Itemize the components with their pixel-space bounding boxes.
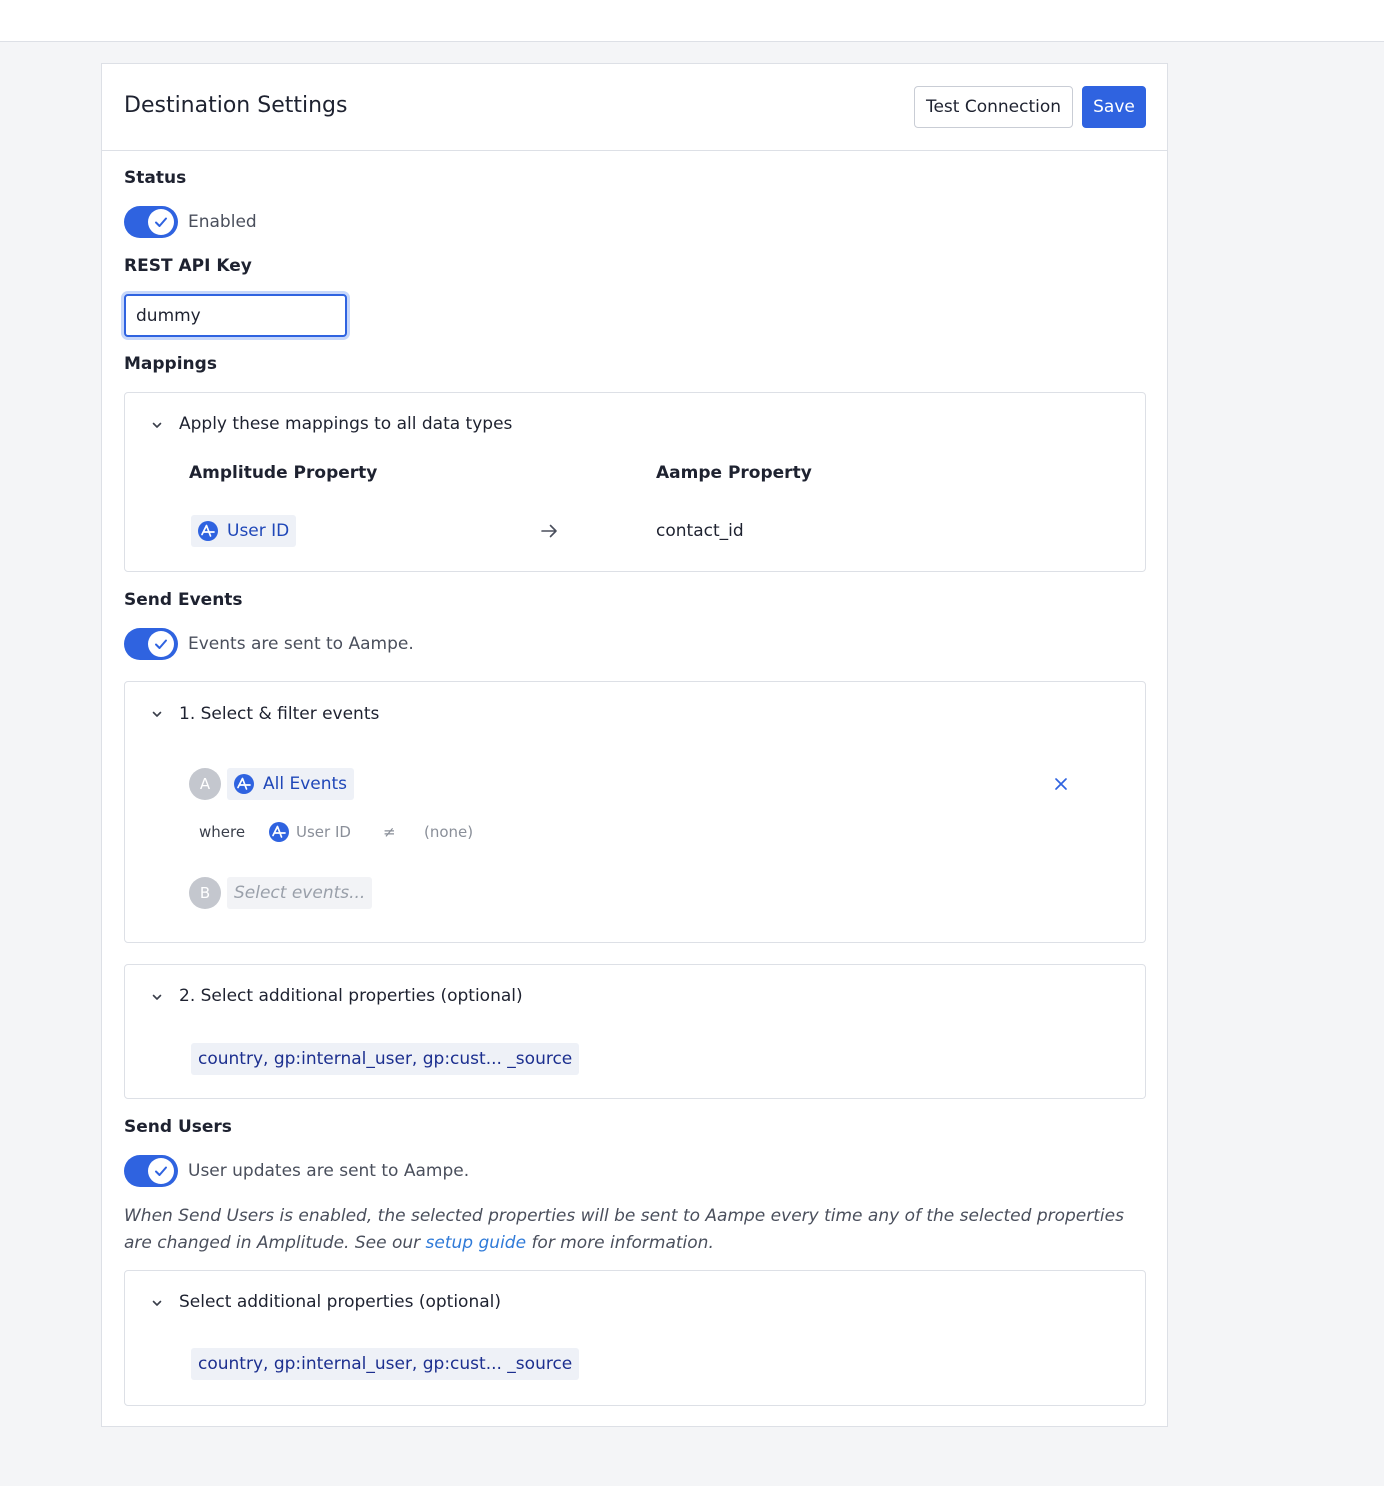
mapping-source-label: User ID <box>227 521 290 541</box>
aampe-property-header: Aampe Property <box>656 463 812 483</box>
select-events-title[interactable]: 1. Select & filter events <box>179 704 379 724</box>
event-letter-b: B <box>189 877 221 909</box>
top-bar <box>0 0 1384 42</box>
chevron-down-icon[interactable] <box>151 419 163 431</box>
status-toggle[interactable] <box>124 206 178 238</box>
mapping-source-chip[interactable]: User ID <box>191 515 297 547</box>
api-key-input[interactable] <box>124 294 347 337</box>
event-properties-chip[interactable]: country, gp:internal_user, gp:cust... _s… <box>191 1043 580 1075</box>
event-chip-all-events[interactable]: All Events <box>227 768 355 800</box>
event-properties-box: 2. Select additional properties (optiona… <box>124 964 1146 1099</box>
check-icon <box>155 1166 167 1176</box>
destination-settings-card: Destination Settings Test Connection Sav… <box>101 63 1168 1427</box>
toggle-knob <box>148 209 174 235</box>
mappings-section-title[interactable]: Apply these mappings to all data types <box>179 414 512 434</box>
amplitude-property-header: Amplitude Property <box>189 463 378 483</box>
event-chip-label: All Events <box>263 774 348 794</box>
chevron-down-icon[interactable] <box>151 991 163 1003</box>
user-properties-box: Select additional properties (optional) … <box>124 1270 1146 1406</box>
status-toggle-text: Enabled <box>188 212 257 232</box>
card-header: Destination Settings Test Connection Sav… <box>102 64 1167 151</box>
event-properties-title[interactable]: 2. Select additional properties (optiona… <box>179 986 523 1006</box>
send-users-toggle-text: User updates are sent to Aampe. <box>188 1161 470 1181</box>
send-events-toggle[interactable] <box>124 628 178 660</box>
test-connection-button[interactable]: Test Connection <box>914 86 1073 128</box>
user-properties-title[interactable]: Select additional properties (optional) <box>179 1292 501 1312</box>
toggle-knob <box>148 631 174 657</box>
arrow-right-icon <box>541 524 557 538</box>
filter-value[interactable]: (none) <box>424 823 473 841</box>
help-text-after: for more information. <box>526 1233 714 1253</box>
mappings-box: Apply these mappings to all data types A… <box>124 392 1146 572</box>
chevron-down-icon[interactable] <box>151 1297 163 1309</box>
chevron-down-icon[interactable] <box>151 708 163 720</box>
api-key-label: REST API Key <box>124 256 252 276</box>
user-properties-chip[interactable]: country, gp:internal_user, gp:cust... _s… <box>191 1348 580 1380</box>
amplitude-logo-icon <box>234 774 254 794</box>
save-button[interactable]: Save <box>1082 86 1146 128</box>
send-events-toggle-text: Events are sent to Aampe. <box>188 634 414 654</box>
filter-operator[interactable]: ≠ <box>383 823 396 841</box>
check-icon <box>155 639 167 649</box>
check-icon <box>155 217 167 227</box>
select-events-placeholder[interactable]: Select events... <box>227 877 373 909</box>
event-letter-a: A <box>189 768 221 800</box>
send-events-label: Send Events <box>124 590 243 610</box>
filter-where-label: where <box>199 823 246 841</box>
status-label: Status <box>124 168 187 188</box>
filter-property[interactable]: User ID <box>296 823 351 841</box>
setup-guide-link[interactable]: setup guide <box>426 1233 527 1253</box>
amplitude-logo-icon <box>269 822 289 842</box>
toggle-knob <box>148 1158 174 1184</box>
mappings-label: Mappings <box>124 354 217 374</box>
amplitude-logo-icon <box>198 521 218 541</box>
select-events-box: 1. Select & filter events A All Events w… <box>124 681 1146 943</box>
send-users-toggle[interactable] <box>124 1155 178 1187</box>
mapping-target: contact_id <box>656 521 744 541</box>
send-users-label: Send Users <box>124 1117 232 1137</box>
close-icon[interactable] <box>1054 777 1068 791</box>
send-users-help-text: When Send Users is enabled, the selected… <box>124 1203 1134 1257</box>
page-title: Destination Settings <box>124 93 348 118</box>
